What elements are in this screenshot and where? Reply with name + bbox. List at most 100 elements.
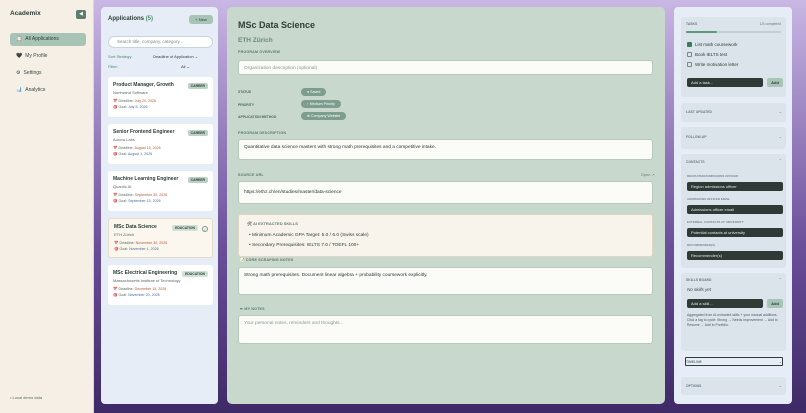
task-item[interactable]: Book IELTS test bbox=[687, 52, 728, 58]
application-card[interactable]: Machine Learning Engineer Quantic AI 📅 D… bbox=[108, 171, 213, 211]
last-updated-label: LAST UPDATED bbox=[686, 110, 712, 114]
new-application-button[interactable]: + New bbox=[189, 15, 213, 24]
skills-label: SKILLS BOARD bbox=[686, 278, 712, 282]
chevron-up-icon[interactable]: ⌃ bbox=[779, 158, 782, 163]
timeline-section[interactable]: TIMELINE ⌄ bbox=[681, 355, 786, 370]
nav-my-profile[interactable]: 🖤 My Profile bbox=[10, 50, 86, 63]
category-badge: CAREER bbox=[187, 130, 208, 136]
nav-label: My Profile bbox=[25, 53, 48, 59]
card-deadline: 📅 Deadline: November 30, 2026 bbox=[114, 241, 168, 245]
application-card[interactable]: Product Manager, Growth Northwind Softwa… bbox=[108, 77, 213, 117]
app-title: Academix bbox=[10, 10, 41, 17]
nav-analytics[interactable]: 📊 Analytics bbox=[10, 84, 86, 97]
follow-up-section[interactable]: FOLLOW-UP ⌄ bbox=[681, 127, 786, 149]
chevron-up-icon[interactable]: ⌃ bbox=[779, 277, 782, 282]
options-section[interactable]: OPTIONS ⌄ bbox=[681, 377, 786, 395]
collapse-sidebar-button[interactable]: ◀ bbox=[76, 10, 86, 19]
card-goal: 🎯 Goal: November 1, 2026 bbox=[114, 247, 159, 251]
search-input[interactable]: Search title, company, category... bbox=[108, 36, 213, 48]
deadline-word: Deadline: bbox=[118, 146, 134, 150]
contact-input[interactable]: Recommender(s) bbox=[687, 251, 783, 260]
contact-label: RECRUITER/ADMISSIONS OFFICER bbox=[687, 174, 739, 178]
list-title-text: Applications bbox=[108, 16, 145, 22]
category-badge: CAREER bbox=[187, 177, 208, 183]
card-company: Aurora Labs bbox=[113, 137, 135, 142]
organization-name[interactable]: ETH Zürich bbox=[238, 37, 273, 44]
contact-input[interactable]: Region admissions officer bbox=[687, 182, 783, 191]
contact-label: RECOMMENDER(S) bbox=[687, 243, 716, 247]
applications-panel: Applications (5) + New Search title, com… bbox=[101, 7, 218, 404]
status-chip[interactable]: ● Saved bbox=[301, 88, 327, 96]
card-title: Machine Learning Engineer bbox=[113, 176, 179, 182]
contact-input[interactable]: Potential contacts at university bbox=[687, 228, 783, 237]
contact-label: EXTERNAL CONTACTS AT UNIVERSITY bbox=[687, 220, 744, 224]
open-url-link[interactable]: Open ↗ bbox=[641, 173, 655, 177]
last-updated-section[interactable]: LAST UPDATED ⌄ bbox=[681, 103, 786, 122]
add-skill-button[interactable]: Add bbox=[767, 299, 783, 308]
overview-input[interactable]: Organization description (optional) bbox=[238, 60, 653, 75]
method-chip[interactable]: ⊕ Company Website bbox=[301, 112, 347, 120]
status-value: Saved bbox=[310, 90, 321, 94]
chevron-down-icon: ⌄ bbox=[778, 134, 782, 139]
application-card[interactable]: Senior Frontend Engineer Aurora Labs 📅 D… bbox=[108, 124, 213, 164]
card-goal: 🎯 Goal: July 5, 2026 bbox=[113, 105, 148, 109]
filter-label: Filter: bbox=[108, 64, 118, 69]
contacts-section: CONTACTS ⌃ RECRUITER/ADMISSIONS OFFICER … bbox=[681, 154, 786, 268]
status-label: STATUS bbox=[238, 90, 252, 94]
nav-all-applications[interactable]: 📋 All Applications bbox=[10, 33, 86, 46]
card-goal: 🎯 Goal: November 20, 2026 bbox=[113, 293, 160, 297]
card-title: MSc Data Science bbox=[114, 224, 157, 230]
program-title[interactable]: MSc Data Science bbox=[238, 20, 315, 30]
scraping-notes-input[interactable]: Strong math prerequisites. Document line… bbox=[238, 267, 653, 295]
description-label: PROGRAM DESCRIPTION bbox=[238, 131, 287, 135]
application-card-selected[interactable]: MSc Data Science ETH Zürich 📅 Deadline: … bbox=[108, 218, 213, 258]
tasks-section: TASKS 1/3 completed List math coursework… bbox=[681, 17, 786, 97]
source-url-input[interactable]: https://ethz.ch/en/studies/master/data-s… bbox=[238, 181, 653, 204]
applications-title: Applications (5) bbox=[108, 16, 153, 22]
scraping-notes-label: 📝 CORE SCRAPING NOTES bbox=[240, 258, 294, 262]
contacts-label: CONTACTS bbox=[686, 160, 705, 164]
task-label: List math coursework bbox=[695, 42, 738, 47]
sidebar: Academix ◀ 📋 All Applications 🖤 My Profile… bbox=[0, 0, 94, 413]
task-item[interactable]: Write motivation letter bbox=[687, 62, 738, 68]
deadline-date: July 20, 2026 bbox=[134, 99, 157, 103]
application-card[interactable]: MSc Electrical Engineering Massachusetts… bbox=[108, 265, 213, 305]
goal-date: November 1, 2026 bbox=[129, 247, 159, 251]
card-company: Quantic AI bbox=[113, 184, 132, 189]
task-item[interactable]: List math coursework bbox=[687, 42, 738, 48]
description-input[interactable]: Quantitative data science masters with s… bbox=[238, 139, 653, 160]
contact-input[interactable]: Admissions officer email bbox=[687, 205, 783, 214]
tasks-count: 1/3 completed bbox=[759, 22, 781, 26]
nav-label: All Applications bbox=[25, 36, 59, 42]
tasks-label: TASKS bbox=[686, 22, 698, 26]
ai-skills-title: 🛠 AI EXTRACTED SKILLS bbox=[247, 221, 298, 226]
nav-settings[interactable]: ⚙ Settings bbox=[10, 67, 86, 80]
chevron-down-icon: ⌄ bbox=[778, 383, 782, 388]
priority-value: Medium Priority bbox=[309, 102, 335, 106]
my-notes-input[interactable]: Your personal notes, reminders and thoug… bbox=[238, 315, 653, 344]
ai-skills-panel: 🛠 AI EXTRACTED SKILLS • Minimum Academic… bbox=[238, 214, 653, 257]
add-task-button[interactable]: Add bbox=[767, 78, 783, 87]
no-skills-text: No skills yet bbox=[687, 287, 712, 292]
filter-select[interactable]: All ⌄ bbox=[181, 64, 190, 69]
priority-chip[interactable]: ↑ Medium Priority bbox=[301, 100, 341, 108]
card-title: Product Manager, Growth bbox=[113, 82, 174, 88]
check-circle-icon[interactable]: ✓ bbox=[202, 226, 208, 232]
add-skill-input[interactable]: Add a skill... bbox=[687, 299, 763, 308]
checkbox-checked-icon[interactable] bbox=[687, 42, 692, 48]
card-deadline: 📅 Deadline: August 15, 2026 bbox=[113, 146, 161, 150]
sort-select[interactable]: Deadline of Application ⌄ bbox=[153, 54, 198, 59]
deadline-date: August 15, 2026 bbox=[134, 146, 161, 150]
task-label: Book IELTS test bbox=[695, 52, 728, 57]
method-value: Company Website bbox=[311, 114, 341, 118]
checkbox-icon[interactable] bbox=[687, 52, 692, 58]
tasks-progress-fill bbox=[686, 31, 718, 33]
deadline-word: Deadline: bbox=[118, 287, 134, 291]
add-task-input[interactable]: Add a task... bbox=[687, 78, 763, 87]
card-goal: 🎯 Goal: September 15, 2026 bbox=[113, 199, 161, 203]
chevron-down-icon: ⌄ bbox=[778, 109, 782, 114]
priority-label: PRIORITY bbox=[238, 103, 255, 107]
checkbox-icon[interactable] bbox=[687, 62, 692, 68]
card-goal: 🎯 Goal: August 1, 2026 bbox=[113, 152, 153, 156]
category-badge: EDUCATION bbox=[172, 225, 198, 231]
